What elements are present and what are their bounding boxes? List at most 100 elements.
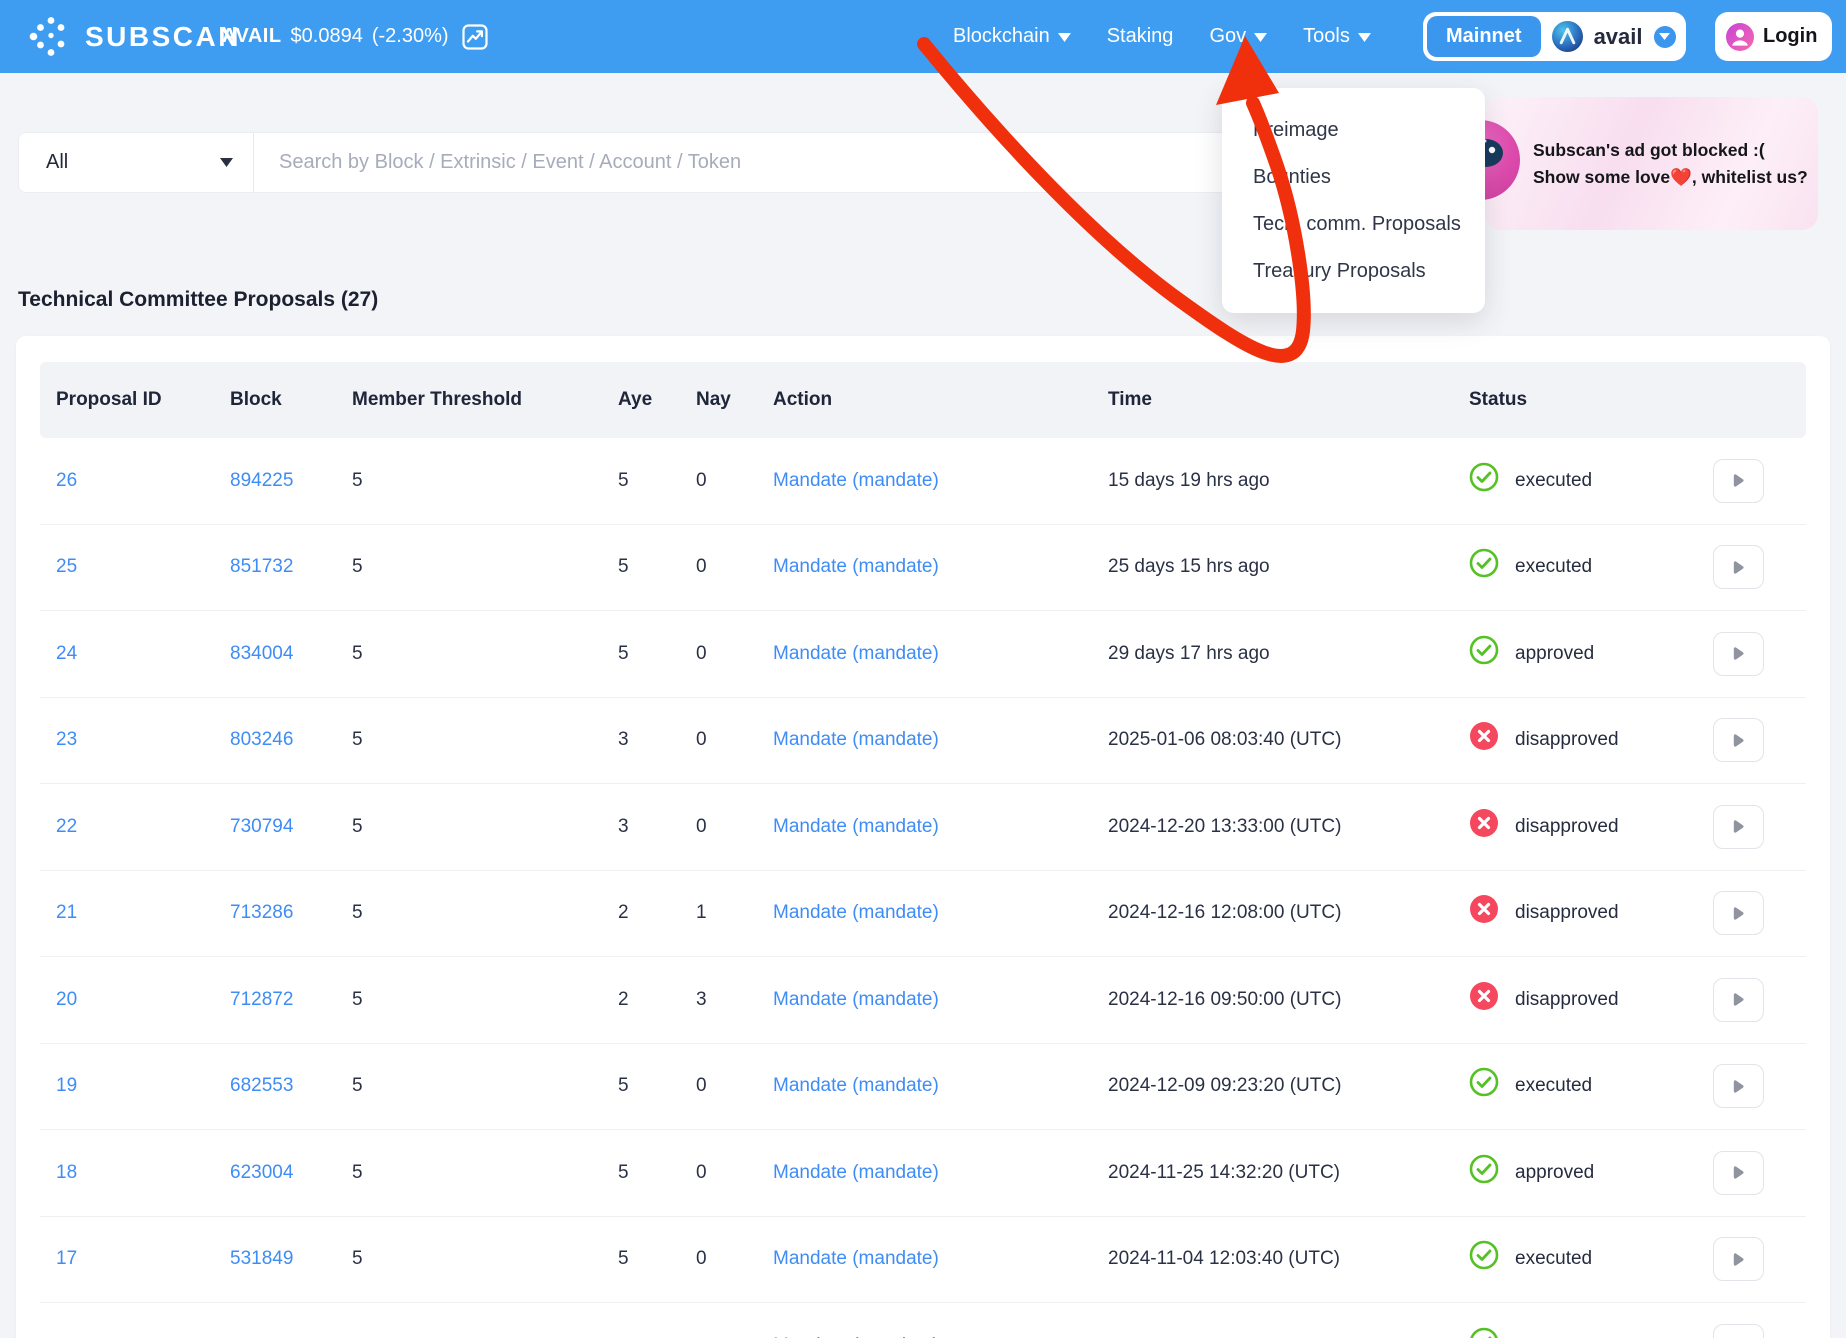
member-threshold-value: 5	[352, 641, 363, 667]
expand-row-button[interactable]	[1713, 891, 1764, 935]
brand-text: SUBSCAN	[85, 21, 241, 53]
aye-value: 3	[618, 727, 629, 753]
aye-value: 5	[618, 554, 629, 580]
nav-tools[interactable]: Tools	[1303, 25, 1371, 48]
expand-row-button[interactable]	[1713, 718, 1764, 762]
proposal-id-link[interactable]: 21	[56, 900, 77, 926]
expand-row-button[interactable]	[1713, 1151, 1764, 1195]
time-value: 15 days 19 hrs ago	[1108, 468, 1270, 494]
mainnet-button[interactable]: Mainnet	[1427, 16, 1541, 57]
status-label: disapproved	[1515, 987, 1619, 1013]
nav-gov-label: Gov	[1209, 25, 1246, 48]
proposal-id-link[interactable]: 17	[56, 1246, 77, 1272]
menu-item-preimage[interactable]: Preimage	[1222, 117, 1485, 143]
action-link[interactable]: Mandate (mandate)	[773, 987, 939, 1013]
check-circle-icon	[1469, 1240, 1499, 1270]
table-row: 24 834004 5 5 0 Mandate (mandate) 29 day…	[40, 611, 1806, 698]
proposal-id-link[interactable]: 26	[56, 468, 77, 494]
proposal-id-link[interactable]: 18	[56, 1160, 77, 1186]
expand-row-button[interactable]	[1713, 1324, 1764, 1338]
x-circle-icon	[1469, 808, 1499, 838]
status-label: disapproved	[1515, 814, 1619, 840]
menu-item-tech-comm-proposals[interactable]: Tech. comm. Proposals	[1222, 211, 1485, 237]
nav-blockchain-label: Blockchain	[953, 25, 1050, 48]
proposal-id-link[interactable]: 19	[56, 1073, 77, 1099]
block-link[interactable]: 682553	[230, 1073, 293, 1099]
member-threshold-value: 5	[352, 1160, 363, 1186]
proposal-id-link[interactable]: 25	[56, 554, 77, 580]
search-filter-select[interactable]: All	[19, 133, 253, 192]
expand-row-button[interactable]	[1713, 805, 1764, 849]
expand-row-button[interactable]	[1713, 978, 1764, 1022]
block-link[interactable]: 531849	[230, 1246, 293, 1272]
status-label: approved	[1515, 1160, 1594, 1186]
avail-logo-icon	[1552, 21, 1583, 52]
action-link[interactable]: Mandate (mandate)	[773, 1073, 939, 1099]
action-link[interactable]: Mandate (mandate)	[773, 641, 939, 667]
caret-right-icon	[1732, 560, 1745, 575]
nav-gov[interactable]: Gov	[1209, 25, 1267, 48]
proposal-id-link[interactable]: 24	[56, 641, 77, 667]
caret-right-icon	[1732, 733, 1745, 748]
ad-banner[interactable]: Subscan's ad got blocked :( Show some lo…	[1485, 97, 1818, 230]
proposal-id-link[interactable]: 23	[56, 727, 77, 753]
status-icon	[1469, 894, 1499, 932]
expand-row-button[interactable]	[1713, 459, 1764, 503]
block-link[interactable]: 713286	[230, 900, 293, 926]
nay-value: 0	[696, 468, 707, 494]
block-link[interactable]: 712872	[230, 987, 293, 1013]
block-link[interactable]: 730794	[230, 814, 293, 840]
token-name: AVAIL	[222, 25, 282, 48]
status-icon	[1469, 721, 1499, 759]
nay-value: 0	[696, 554, 707, 580]
x-circle-icon	[1469, 721, 1499, 751]
action-link[interactable]: Mandate (mandate)	[773, 814, 939, 840]
action-link[interactable]: Mandate (mandate)	[773, 468, 939, 494]
status-badge: executed	[1469, 462, 1592, 500]
action-link[interactable]: Mandate (mandate)	[773, 900, 939, 926]
proposal-id-link[interactable]: 20	[56, 987, 77, 1013]
table-row: 18 623004 5 5 0 Mandate (mandate) 2024-1…	[40, 1130, 1806, 1217]
action-link[interactable]: Mandate (mandate)	[773, 1160, 939, 1186]
expand-row-button[interactable]	[1713, 1064, 1764, 1108]
login-button[interactable]: Login	[1715, 12, 1832, 61]
col-proposal-id: Proposal ID	[56, 389, 162, 411]
action-link[interactable]: Mandate (mandate)	[773, 727, 939, 753]
nay-value: 1	[696, 900, 707, 926]
block-link[interactable]: 851732	[230, 554, 293, 580]
block-link[interactable]: 803246	[230, 727, 293, 753]
nav-staking[interactable]: Staking	[1107, 25, 1174, 48]
block-link[interactable]: 894225	[230, 468, 293, 494]
nay-value: 0	[696, 1073, 707, 1099]
status-label: disapproved	[1515, 727, 1619, 753]
status-label: disapproved	[1515, 900, 1619, 926]
nav-blockchain[interactable]: Blockchain	[953, 25, 1071, 48]
table-body: 26 894225 5 5 0 Mandate (mandate) 15 day…	[16, 438, 1830, 1338]
heart-icon: ❤️	[1670, 167, 1692, 187]
block-link[interactable]: 834004	[230, 641, 293, 667]
action-link[interactable]: Mandate (mandate)	[773, 1333, 939, 1338]
member-threshold-value: 5	[352, 1073, 363, 1099]
subscan-logo[interactable]: SUBSCAN	[28, 0, 241, 73]
action-link[interactable]: Mandate (mandate)	[773, 1246, 939, 1272]
network-chevron-icon[interactable]	[1654, 26, 1676, 48]
caret-right-icon	[1732, 646, 1745, 661]
expand-row-button[interactable]	[1713, 545, 1764, 589]
aye-value: 5	[618, 468, 629, 494]
action-link[interactable]: Mandate (mandate)	[773, 554, 939, 580]
status-badge: disapproved	[1469, 981, 1619, 1019]
status-icon	[1469, 1240, 1499, 1278]
expand-row-button[interactable]	[1713, 1237, 1764, 1281]
proposal-id-link[interactable]: 22	[56, 814, 77, 840]
aye-value: 5	[618, 1073, 629, 1099]
status-badge: disapproved	[1469, 721, 1619, 759]
expand-row-button[interactable]	[1713, 632, 1764, 676]
x-circle-icon	[1469, 894, 1499, 924]
aye-value: 2	[618, 987, 629, 1013]
block-link[interactable]: 623004	[230, 1160, 293, 1186]
table-row: 17 531849 5 5 0 Mandate (mandate) 2024-1…	[40, 1217, 1806, 1304]
page-title: Technical Committee Proposals (27)	[18, 288, 378, 312]
price-chart-icon[interactable]	[462, 24, 488, 50]
menu-item-bounties[interactable]: Bounties	[1222, 164, 1485, 190]
menu-item-treasury-proposals[interactable]: Treasury Proposals	[1222, 258, 1485, 284]
